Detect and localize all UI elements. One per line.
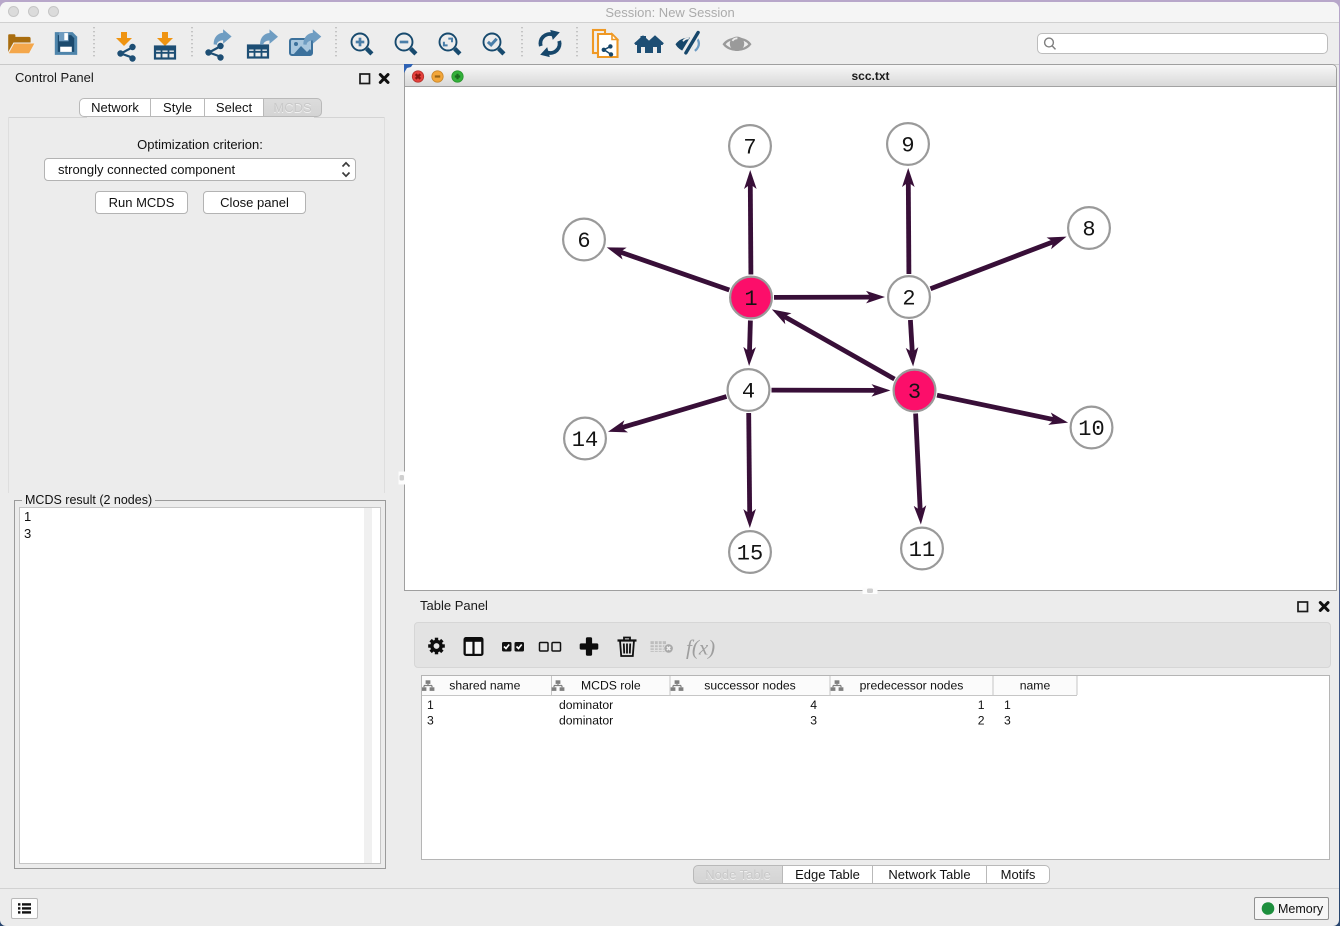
- svg-text:shared name: shared name: [449, 679, 520, 693]
- svg-text:3: 3: [1004, 714, 1011, 728]
- svg-text:dominator: dominator: [559, 698, 613, 712]
- svg-text:1: 1: [744, 287, 757, 312]
- svg-text:dominator: dominator: [559, 714, 613, 728]
- svg-text:8: 8: [1082, 218, 1095, 243]
- svg-text:4: 4: [810, 698, 817, 712]
- svg-text:name: name: [1020, 679, 1051, 693]
- svg-text:7: 7: [743, 136, 756, 161]
- svg-text:1: 1: [978, 698, 985, 712]
- svg-text:2: 2: [902, 287, 915, 312]
- svg-text:11: 11: [908, 538, 934, 563]
- svg-text:15: 15: [736, 542, 762, 567]
- svg-text:4: 4: [741, 380, 754, 405]
- svg-text:predecessor nodes: predecessor nodes: [860, 679, 964, 693]
- svg-text:6: 6: [577, 229, 590, 254]
- svg-text:3: 3: [810, 714, 817, 728]
- svg-text:10: 10: [1078, 417, 1104, 442]
- svg-text:9: 9: [901, 134, 914, 159]
- svg-text:3: 3: [907, 380, 920, 405]
- svg-text:Memory: Memory: [1278, 902, 1324, 916]
- svg-text:1: 1: [427, 698, 434, 712]
- svg-text:1: 1: [1004, 698, 1011, 712]
- svg-text:successor nodes: successor nodes: [704, 679, 795, 693]
- svg-text:3: 3: [427, 714, 434, 728]
- svg-text:2: 2: [978, 714, 985, 728]
- svg-text:14: 14: [571, 428, 597, 453]
- svg-text:MCDS role: MCDS role: [581, 679, 641, 693]
- svg-text:f(x): f(x): [686, 636, 715, 660]
